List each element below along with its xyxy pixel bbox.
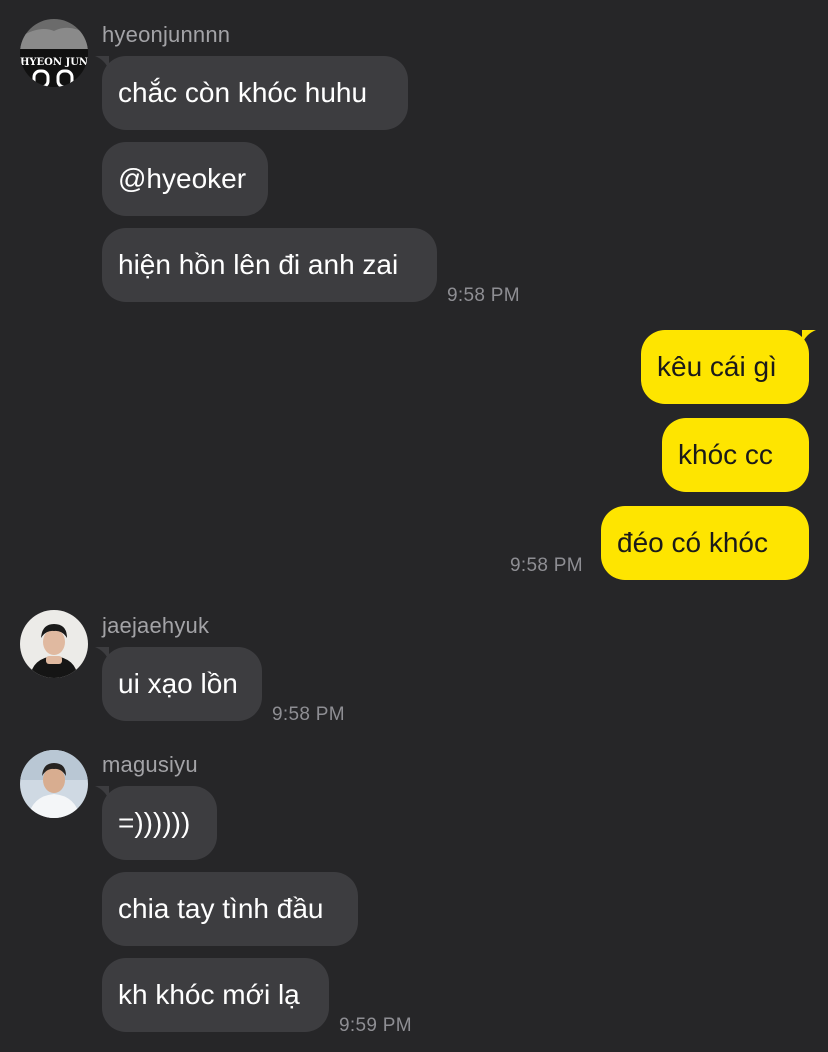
message-text: chắc còn khóc huhu bbox=[118, 77, 368, 108]
message-text: @hyeoker bbox=[118, 163, 247, 194]
message-bubble[interactable]: ui xạo lồn bbox=[102, 647, 262, 721]
bubble-tail bbox=[95, 56, 109, 70]
avatar-image: HYEON JUN bbox=[20, 19, 88, 87]
message-text: =)))))) bbox=[118, 807, 191, 838]
timestamp: 9:59 PM bbox=[339, 1015, 412, 1036]
message-bubble-outgoing[interactable]: đéo có khóc bbox=[601, 506, 809, 580]
avatar-hyeonjunnnn[interactable]: HYEON JUN bbox=[20, 19, 88, 87]
timestamp: 9:58 PM bbox=[447, 285, 520, 306]
message-bubble[interactable]: hiện hồn lên đi anh zai bbox=[102, 228, 437, 302]
message-bubble-outgoing[interactable]: khóc cc bbox=[662, 418, 809, 492]
timestamp: 9:58 PM bbox=[272, 704, 345, 725]
message-text: kh khóc mới lạ bbox=[118, 979, 300, 1010]
message-text: khóc cc bbox=[678, 439, 773, 470]
bubble-tail bbox=[95, 786, 109, 800]
sender-name: hyeonjunnnn bbox=[102, 22, 231, 47]
message-bubble-outgoing[interactable]: kêu cái gì bbox=[641, 330, 809, 404]
message-bubble[interactable]: kh khóc mới lạ bbox=[102, 958, 329, 1032]
message-text: hiện hồn lên đi anh zai bbox=[118, 249, 399, 280]
avatar-magusiyu[interactable] bbox=[20, 750, 88, 818]
message-bubble[interactable]: chắc còn khóc huhu bbox=[102, 56, 408, 130]
message-text: kêu cái gì bbox=[657, 351, 777, 382]
avatar-image bbox=[20, 750, 88, 818]
message-text: đéo có khóc bbox=[617, 527, 768, 558]
sender-name: magusiyu bbox=[102, 752, 198, 777]
message-bubble[interactable]: @hyeoker bbox=[102, 142, 268, 216]
timestamp: 9:58 PM bbox=[510, 555, 583, 576]
bubble-tail-outgoing bbox=[802, 330, 816, 344]
message-bubble[interactable]: chia tay tình đầu bbox=[102, 872, 358, 946]
avatar-image bbox=[20, 610, 88, 678]
avatar-jersey-text: HYEON JUN bbox=[20, 57, 88, 68]
message-text: ui xạo lồn bbox=[118, 668, 238, 699]
message-bubble[interactable]: =)))))) bbox=[102, 786, 217, 860]
bubble-tail bbox=[95, 647, 109, 661]
sender-name: jaejaehyuk bbox=[102, 613, 210, 638]
avatar-jaejaehyuk[interactable] bbox=[20, 610, 88, 678]
message-text: chia tay tình đầu bbox=[118, 893, 324, 924]
